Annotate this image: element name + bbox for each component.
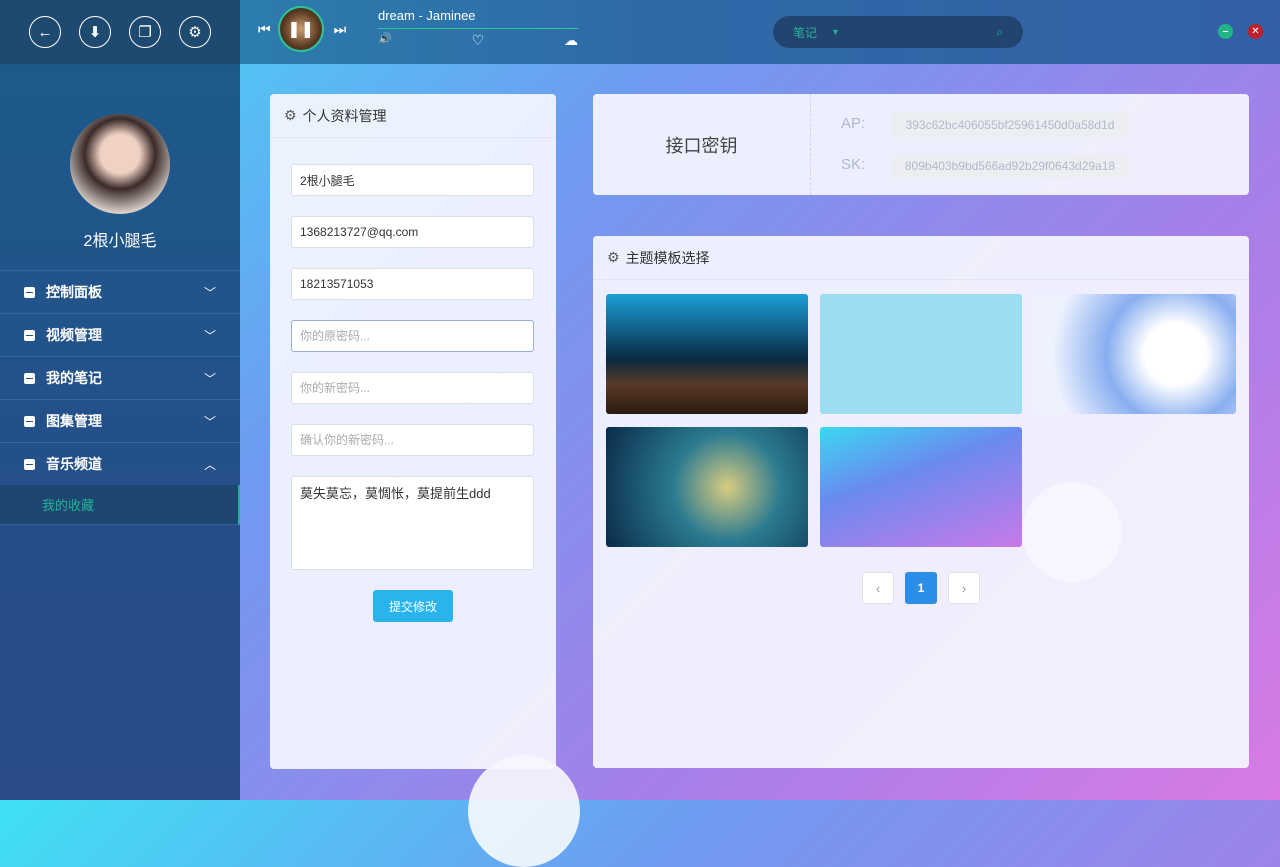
card-title: 主题模板选择 [625, 249, 710, 266]
top-bar: ← ⬇ ❐ ⚙ ⏮ ❚❚ ⏭ dream - Jaminee 🔊 ♡ ☁ 笔记 ▼ ⌕… [0, 0, 1280, 64]
gear-icon[interactable]: ⚙ [179, 16, 211, 48]
sidebar-item-videos[interactable]: 视频管理 ﹀ [0, 313, 240, 356]
sidebar-item-notes[interactable]: 我的笔记 ﹀ [0, 356, 240, 399]
chat-icon[interactable]: ❐ [129, 16, 161, 48]
volume-icon[interactable]: 🔊 [378, 32, 392, 49]
close-button[interactable]: ✕ [1248, 24, 1263, 39]
search-category-select[interactable]: 笔记 [793, 24, 817, 41]
theme-thumbnail[interactable] [1034, 294, 1236, 414]
sidebar-item-label: 图集管理 [46, 413, 102, 429]
sidebar-subitem-favorites[interactable]: 我的收藏 [0, 485, 240, 525]
toolbar: ← ⬇ ❐ ⚙ [0, 0, 240, 64]
chevron-down-icon: ﹀ [203, 285, 216, 300]
email-input[interactable] [291, 216, 534, 248]
decor-bubble [468, 755, 580, 867]
avatar[interactable] [70, 114, 170, 214]
theme-thumbnail[interactable] [820, 427, 1022, 547]
gear-icon: ⚙ [607, 249, 620, 265]
sk-label: SK: [841, 156, 866, 173]
theme-thumbnail[interactable] [820, 294, 1022, 414]
sidebar: 2根小腿毛 控制面板 ﹀ 视频管理 ﹀ 我的笔记 ﹀ 图集管理 ﹀ 音乐频道 ︿ 我的收藏 [0, 64, 240, 800]
confirm-password-input[interactable] [291, 424, 534, 456]
track-title: dream - Jaminee [378, 8, 476, 23]
search-icon[interactable]: ⌕ [996, 25, 1003, 40]
chevron-down-icon: ﹀ [203, 371, 216, 386]
minus-square-icon [24, 286, 35, 298]
album-cover-pause-button[interactable]: ❚❚ [277, 6, 324, 52]
chevron-down-icon: ﹀ [203, 328, 216, 343]
ap-label: AP: [841, 115, 866, 132]
pagination-prev[interactable]: ‹ [862, 572, 894, 604]
profile-card: ⚙ 个人资料管理 莫失莫忘，莫惆怅，莫提前生ddd 提交修改 [270, 94, 556, 769]
minus-square-icon [24, 329, 35, 341]
theme-thumbnail[interactable] [606, 427, 808, 547]
chevron-up-icon: ︿ [203, 457, 216, 472]
pagination-page[interactable]: 1 [905, 572, 937, 604]
progress-bar[interactable] [378, 28, 578, 29]
api-keys-card: 接口密钥 AP: 393c62bc406055bf25961450d0a58d1… [593, 94, 1249, 195]
sidebar-item-label: 视频管理 [46, 327, 102, 343]
phone-input[interactable] [291, 268, 534, 300]
gear-icon: ⚙ [284, 107, 297, 123]
sidebar-item-music[interactable]: 音乐频道 ︿ [0, 442, 240, 485]
sidebar-item-label: 我的笔记 [46, 370, 102, 386]
download-icon[interactable]: ⬇ [79, 16, 111, 48]
old-password-input[interactable] [291, 320, 534, 352]
back-icon[interactable]: ← [29, 16, 61, 48]
sk-value: 809b403b9bd566ad92b29f0643d29a18 [891, 154, 1129, 178]
track-info: dream - Jaminee 🔊 ♡ ☁ [378, 8, 578, 49]
music-player: ⏮ ❚❚ ⏭ [258, 6, 346, 52]
theme-card: ⚙ 主题模板选择 ‹ 1 › [593, 236, 1249, 768]
chevron-down-icon: ﹀ [203, 414, 216, 429]
ap-value: 393c62bc406055bf25961450d0a58d1d [891, 113, 1129, 137]
pagination-next[interactable]: › [948, 572, 980, 604]
sidebar-item-gallery[interactable]: 图集管理 ﹀ [0, 399, 240, 442]
nickname-input[interactable] [291, 164, 534, 196]
sidebar-item-dashboard[interactable]: 控制面板 ﹀ [0, 270, 240, 313]
bio-textarea[interactable]: 莫失莫忘，莫惆怅，莫提前生ddd [291, 476, 534, 570]
minus-square-icon [24, 372, 35, 384]
previous-icon[interactable]: ⏮ [258, 21, 270, 38]
caret-down-icon[interactable]: ▼ [831, 27, 840, 37]
cloud-download-icon[interactable]: ☁ [564, 32, 578, 49]
minus-square-icon [24, 458, 35, 470]
heart-icon[interactable]: ♡ [472, 32, 485, 49]
sidebar-item-label: 音乐频道 [46, 456, 102, 472]
minimize-button[interactable]: – [1218, 24, 1233, 39]
new-password-input[interactable] [291, 372, 534, 404]
minus-square-icon [24, 415, 35, 427]
sidebar-item-label: 控制面板 [46, 284, 102, 300]
next-icon[interactable]: ⏭ [334, 21, 346, 38]
pause-icon[interactable]: ❚❚ [287, 19, 314, 39]
api-keys-title: 接口密钥 [593, 94, 811, 195]
submit-button[interactable]: 提交修改 [373, 590, 453, 622]
theme-thumbnail[interactable] [606, 294, 808, 414]
card-title: 个人资料管理 [302, 107, 387, 124]
search-bar[interactable]: 笔记 ▼ ⌕ [773, 16, 1023, 48]
username: 2根小腿毛 [83, 233, 157, 250]
